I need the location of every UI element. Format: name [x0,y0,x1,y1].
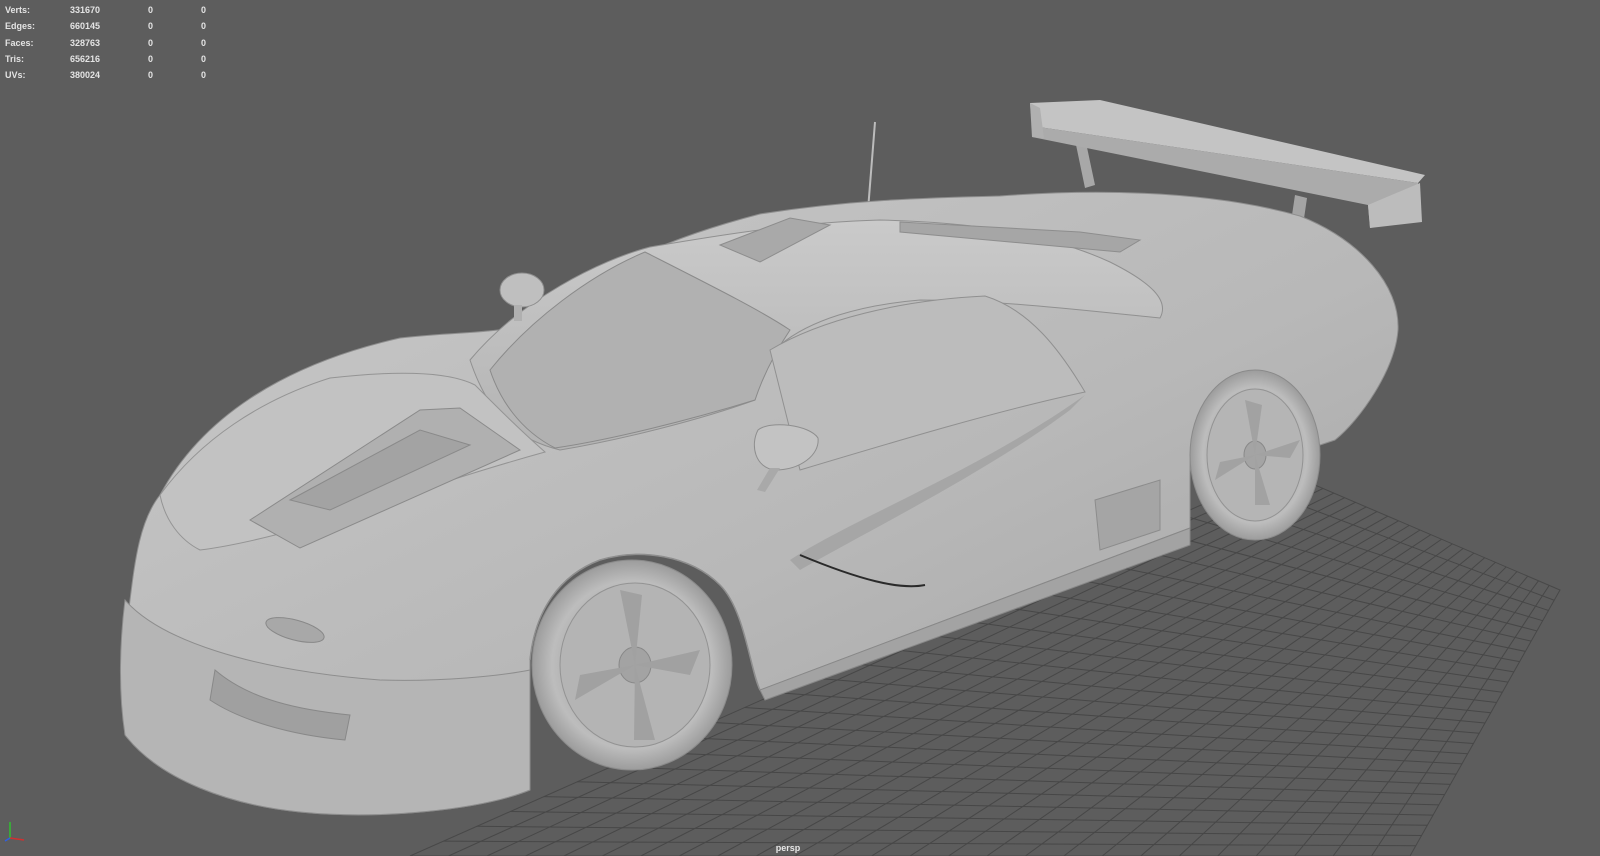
grid-line [1332,580,1539,856]
poly-count-hud: Verts: 331670 0 0 Edges: 660145 0 0 Face… [5,2,220,83]
hud-selected-value: 0 [148,37,154,48]
grid-line [878,647,1491,714]
x-axis [9,837,25,841]
viewport-panel[interactable]: Verts: 331670 0 0 Edges: 660145 0 0 Face… [0,0,1600,856]
hud-total-value: 331670 [70,5,101,15]
hud-component-value: 0 [201,70,207,81]
hud-total-value: 328763 [70,37,101,48]
front-wheel [531,559,733,771]
viewport-scene[interactable] [0,0,1600,856]
hud-component-value: 0 [201,53,207,64]
hud-component-value: 0 [201,5,207,15]
hud-total-value: 660145 [70,21,101,32]
camera-name-label: persp [775,843,801,853]
hud-label: Edges: [5,21,36,32]
grid-line [1025,543,1453,856]
axis-gizmo-icon [4,822,25,842]
hud-row-verts: Verts: 331670 0 0 [5,2,220,18]
hud-selected-value: 0 [148,5,154,15]
hud-selected-value: 0 [148,70,154,81]
hud-total-value: 656216 [70,53,101,64]
hud-component-value: 0 [201,37,207,48]
antenna [867,121,876,211]
hud-label: Faces: [5,37,34,48]
car-model[interactable] [120,100,1425,816]
hud-selected-value: 0 [148,21,154,32]
z-axis [4,837,11,842]
hud-total-value: 380024 [70,70,101,81]
grid-line [1371,585,1550,856]
hud-component-value: 0 [201,21,207,32]
hud-row-tris: Tris: 656216 0 0 [5,51,220,67]
hud-label: UVs: [5,70,26,81]
hud-label: Verts: [5,5,31,15]
grid-line [911,632,1497,704]
hud-selected-value: 0 [148,53,154,64]
hud-label: Tris: [5,53,25,64]
hud-row-uvs: UVs: 380024 0 0 [5,67,220,83]
hud-row-faces: Faces: 328763 0 0 [5,35,220,51]
grid-line [978,603,1509,683]
grid-line [1112,543,1532,642]
grid-line [1101,552,1475,856]
grid-line [1146,528,1538,632]
grid-line [1079,558,1526,652]
hud-row-edges: Edges: 660145 0 0 [5,18,220,34]
grid-line [1255,571,1518,856]
rear-wheel [1189,369,1321,541]
